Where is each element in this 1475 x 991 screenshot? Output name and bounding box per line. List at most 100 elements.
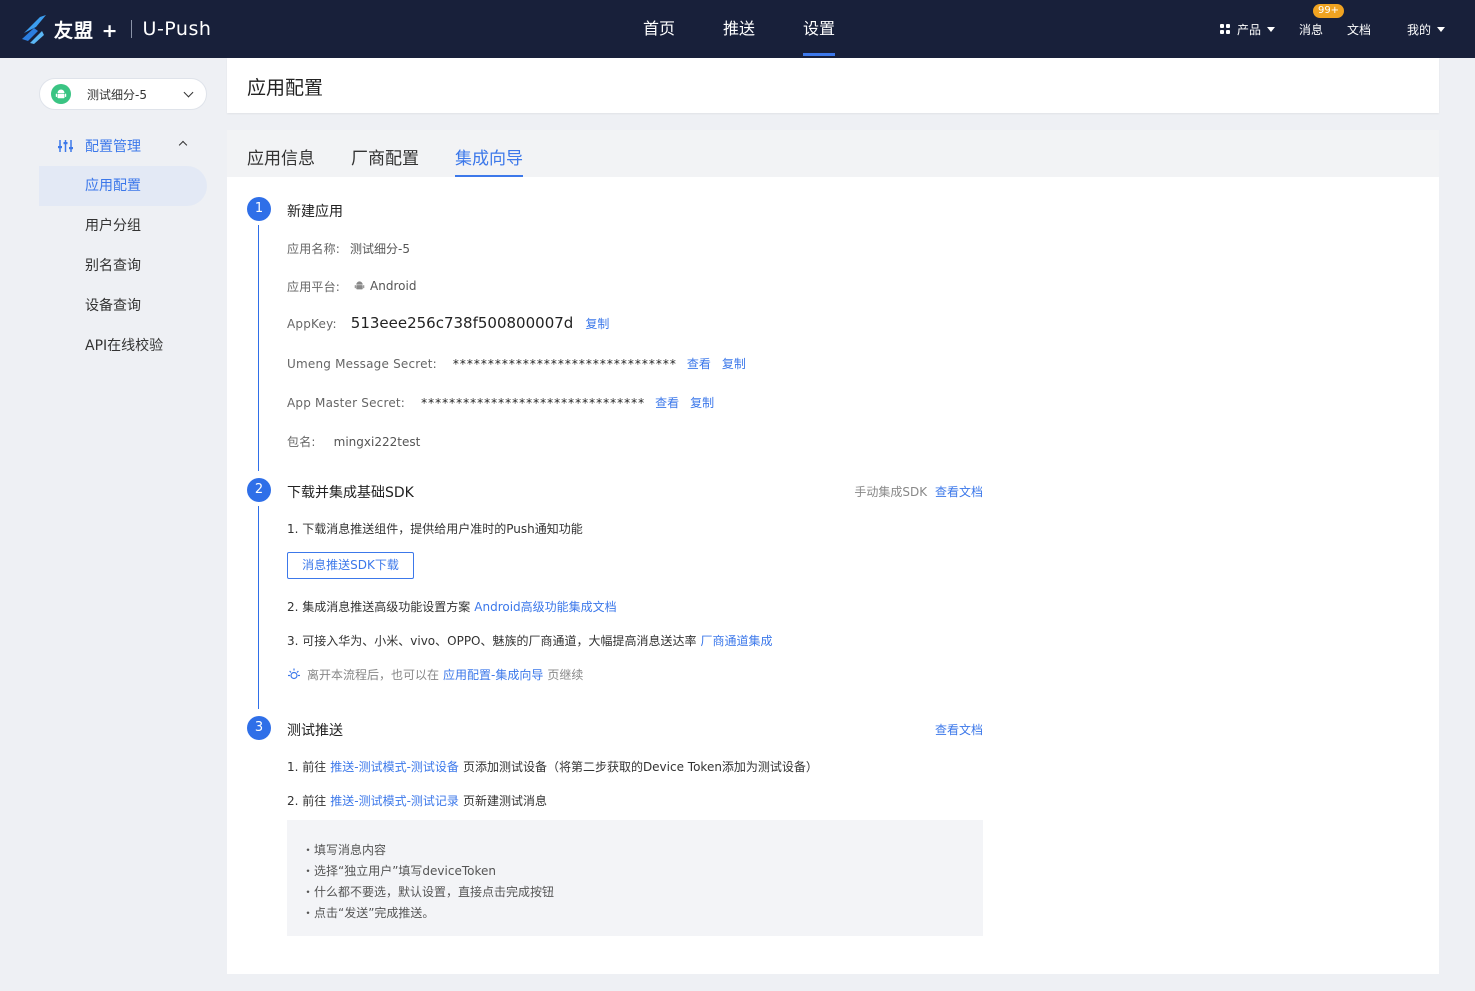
copy-master-secret-link[interactable]: 复制 [690, 394, 714, 411]
step-number-3: 3 [247, 716, 271, 740]
tab-app-info[interactable]: 应用信息 [247, 144, 315, 177]
platform-name: Android [370, 278, 417, 293]
appkey-value: 513eee256c738f500800007d [350, 314, 574, 332]
android-advanced-docs-link[interactable]: Android高级功能集成文档 [474, 598, 616, 615]
test-record-link[interactable]: 推送-测试模式-测试记录 [330, 792, 459, 809]
master-secret-value: ******************************** [421, 396, 646, 410]
tab-integration-guide[interactable]: 集成向导 [455, 144, 523, 177]
sidebar-item-app-config[interactable]: 应用配置 [39, 166, 207, 206]
sidebar-item-api-validation[interactable]: API在线校验 [39, 326, 207, 366]
main-nav: 首页 推送 设置 [643, 0, 883, 58]
umeng-logo-icon [22, 15, 46, 44]
step2-title: 下载并集成基础SDK [287, 485, 414, 501]
step3-doc-note: 查看文档 [935, 721, 983, 738]
messages-badge: 99+ [1312, 3, 1345, 18]
platform-label: 应用平台: [287, 280, 341, 294]
tip-item: ・选择“独立用户”填写deviceToken [302, 864, 496, 878]
page-header: 应用配置 [227, 58, 1439, 113]
view-message-secret-link[interactable]: 查看 [687, 355, 711, 372]
nav-settings[interactable]: 设置 [803, 0, 836, 58]
chevron-down-icon [183, 87, 194, 98]
step2-item2-text: 2. 集成消息推送高级功能设置方案 [287, 600, 471, 614]
step2-item3: 3. 可接入华为、小米、vivo、OPPO、魅族的厂商通道，大幅提高消息送达率 … [287, 632, 773, 649]
platform-value: Android [354, 279, 416, 293]
hint-prefix: 离开本流程后，也可以在 [307, 668, 440, 682]
top-navigation-bar: 友盟 + U-Push 首页 推送 设置 产品 消息 99+ 文档 我的 [0, 0, 1475, 58]
user-menu-label: 我的 [1406, 22, 1431, 37]
grid-icon [1219, 24, 1230, 34]
manual-integration-note: 手动集成SDK [854, 485, 928, 499]
hint-suffix: 页继续 [547, 668, 584, 682]
step3-item2-prefix: 2. 前往 [287, 794, 327, 808]
package-value: mingxi222test [333, 435, 421, 449]
test-device-link[interactable]: 推送-测试模式-测试设备 [330, 758, 459, 775]
caret-down-icon [1266, 26, 1275, 32]
step3-item2-suffix: 页新建测试消息 [462, 794, 547, 808]
app-name-value: 测试细分-5 [350, 242, 411, 256]
view-master-secret-link[interactable]: 查看 [655, 394, 679, 411]
tip-item: ・填写消息内容 [302, 843, 387, 857]
menu-group-config[interactable]: 配置管理 [58, 136, 190, 156]
step2-hint: 离开本流程后，也可以在 应用配置-集成向导 页继续 [287, 666, 583, 683]
appkey-row: AppKey: 513eee256c738f500800007d 复制 [287, 314, 609, 332]
step2-item1: 1. 下载消息推送组件，提供给用户准时的Push通知功能 [287, 520, 583, 537]
messages-link[interactable]: 消息 99+ [1298, 3, 1345, 38]
sidebar: 测试细分-5 配置管理 应用配置 用户分组 别名查询 设备查询 API在线校验 [0, 58, 227, 991]
step3-view-docs-link[interactable]: 查看文档 [935, 723, 983, 737]
message-secret-value: ******************************** [452, 357, 677, 371]
appkey-label: AppKey: [287, 317, 337, 331]
messages-label: 消息 [1298, 22, 1323, 37]
sliders-icon [58, 140, 73, 152]
message-secret-label: Umeng Message Secret: [287, 357, 437, 371]
step2-view-docs-link[interactable]: 查看文档 [935, 485, 983, 499]
tip-item: ・什么都不要选，默认设置，直接点击完成按钮 [302, 885, 555, 899]
app-selector[interactable]: 测试细分-5 [39, 78, 207, 110]
logo-divider [130, 20, 132, 38]
logo[interactable]: 友盟 + U-Push [20, 12, 211, 46]
sidebar-item-device-query[interactable]: 设备查询 [39, 286, 207, 326]
nav-home[interactable]: 首页 [643, 0, 675, 58]
copy-appkey-link[interactable]: 复制 [585, 315, 609, 332]
app-name-row: 应用名称: 测试细分-5 [287, 240, 410, 257]
test-push-tips: ・填写消息内容 ・选择“独立用户”填写deviceToken ・什么都不要选，默… [287, 820, 983, 936]
package-label: 包名: [287, 435, 316, 449]
menu-group-label: 配置管理 [85, 139, 141, 155]
app-name-label: 应用名称: [287, 242, 341, 256]
lightbulb-icon [288, 668, 300, 679]
sidebar-menu: 应用配置 用户分组 别名查询 设备查询 API在线校验 [39, 166, 207, 366]
user-menu[interactable]: 我的 [1407, 21, 1445, 38]
copy-message-secret-link[interactable]: 复制 [722, 355, 746, 372]
sidebar-item-alias-query[interactable]: 别名查询 [39, 246, 207, 286]
step3-item1-suffix: 页添加测试设备（将第二步获取的Device Token添加为测试设备） [462, 760, 818, 774]
step-number-1: 1 [247, 197, 271, 221]
master-secret-row: App Master Secret: *********************… [287, 394, 714, 411]
android-icon [51, 84, 71, 104]
docs-link[interactable]: 文档 [1347, 21, 1371, 38]
step3-item1-prefix: 1. 前往 [287, 760, 327, 774]
sdk-download-button[interactable]: 消息推送SDK下载 [287, 552, 414, 579]
docs-label: 文档 [1346, 22, 1371, 37]
nav-push[interactable]: 推送 [723, 0, 755, 58]
vendor-channel-link[interactable]: 厂商通道集成 [701, 632, 773, 649]
right-nav: 产品 消息 99+ 文档 我的 [1219, 0, 1445, 58]
tab-vendor-config[interactable]: 厂商配置 [351, 144, 419, 177]
tip-item: ・点击“发送”完成推送。 [302, 906, 435, 920]
step2-item2: 2. 集成消息推送高级功能设置方案 Android高级功能集成文档 [287, 598, 617, 615]
master-secret-label: App Master Secret: [287, 396, 406, 410]
step-number-2: 2 [247, 478, 271, 502]
sidebar-item-user-groups[interactable]: 用户分组 [39, 206, 207, 246]
product-name: U-Push [142, 18, 212, 40]
step3-title: 测试推送 [287, 723, 343, 739]
caret-down-icon [1437, 26, 1445, 32]
step3-item1: 1. 前往 推送-测试模式-测试设备 页添加测试设备（将第二步获取的Device… [287, 758, 818, 775]
products-menu[interactable]: 产品 [1219, 21, 1275, 38]
content-card: 应用信息 厂商配置 集成向导 1 新建应用 应用名称: 测试细分-5 应用平台:… [227, 130, 1439, 974]
step3-item2: 2. 前往 推送-测试模式-测试记录 页新建测试消息 [287, 792, 547, 809]
integration-guide-link[interactable]: 应用配置-集成向导 [443, 666, 543, 683]
platform-row: 应用平台: Android [287, 278, 416, 295]
app-selector-label: 测试细分-5 [87, 87, 147, 102]
android-icon [354, 281, 365, 290]
products-label: 产品 [1236, 22, 1261, 37]
package-row: 包名: mingxi222test [287, 433, 420, 450]
chevron-up-icon [178, 140, 188, 150]
